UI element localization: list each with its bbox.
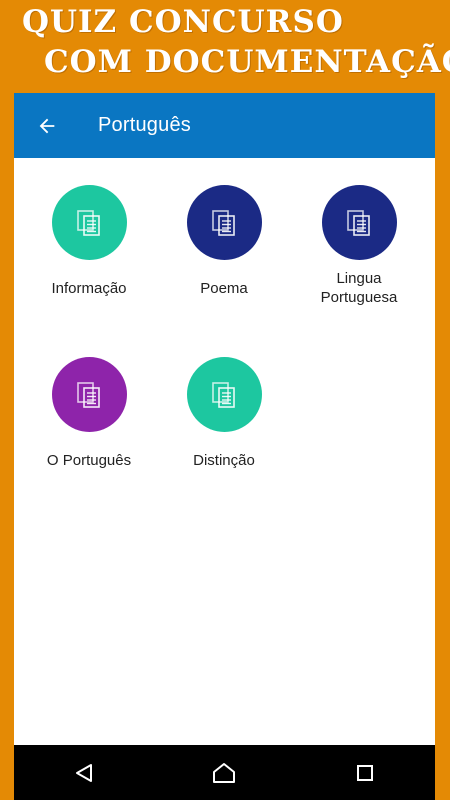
nav-back-icon [76,763,93,782]
document-icon [212,381,235,408]
page-title: Português [98,114,191,136]
back-button[interactable] [32,111,62,141]
topic-circle [51,357,127,432]
nav-home-button[interactable] [194,753,254,793]
nav-recents-button[interactable] [335,753,395,793]
document-icon [212,209,235,236]
topic-tile-informacao[interactable]: Informação [19,158,159,298]
topic-label: O Português [46,452,132,469]
nav-recents-icon [356,764,373,781]
document-icon [77,381,100,408]
topic-tile-lingua-portuguesa[interactable]: Lingua Portuguesa [289,158,429,307]
topic-tile-o-portugues[interactable]: O Português [19,330,159,470]
nav-home-icon [213,762,236,783]
topic-circle [186,185,262,260]
topic-circle [186,357,262,432]
topic-label: Poema [200,280,248,297]
topic-circle [321,185,397,260]
topic-label: Lingua Portuguesa [320,270,398,306]
topic-label: Informação [51,280,127,297]
app-bar: Português [14,93,435,158]
document-icon [347,209,370,236]
topic-label: Distinção [193,452,255,469]
topic-tile-distincao[interactable]: Distinção [154,330,294,470]
phone-screen: Português Informação Poema Lingua Portugu… [14,93,435,800]
promo-banner: QUIZ CONCURSO COM DOCUMENTAÇÃO [0,0,450,93]
topic-tile-poema[interactable]: Poema [154,158,294,298]
topic-circle [51,185,127,260]
document-icon [77,209,100,236]
system-nav-bar [14,745,435,800]
banner-title-line2: COM DOCUMENTAÇÃO [44,44,450,80]
arrow-left-icon [39,118,55,133]
banner-title-line1: QUIZ CONCURSO [22,4,344,40]
nav-back-button[interactable] [54,753,114,793]
